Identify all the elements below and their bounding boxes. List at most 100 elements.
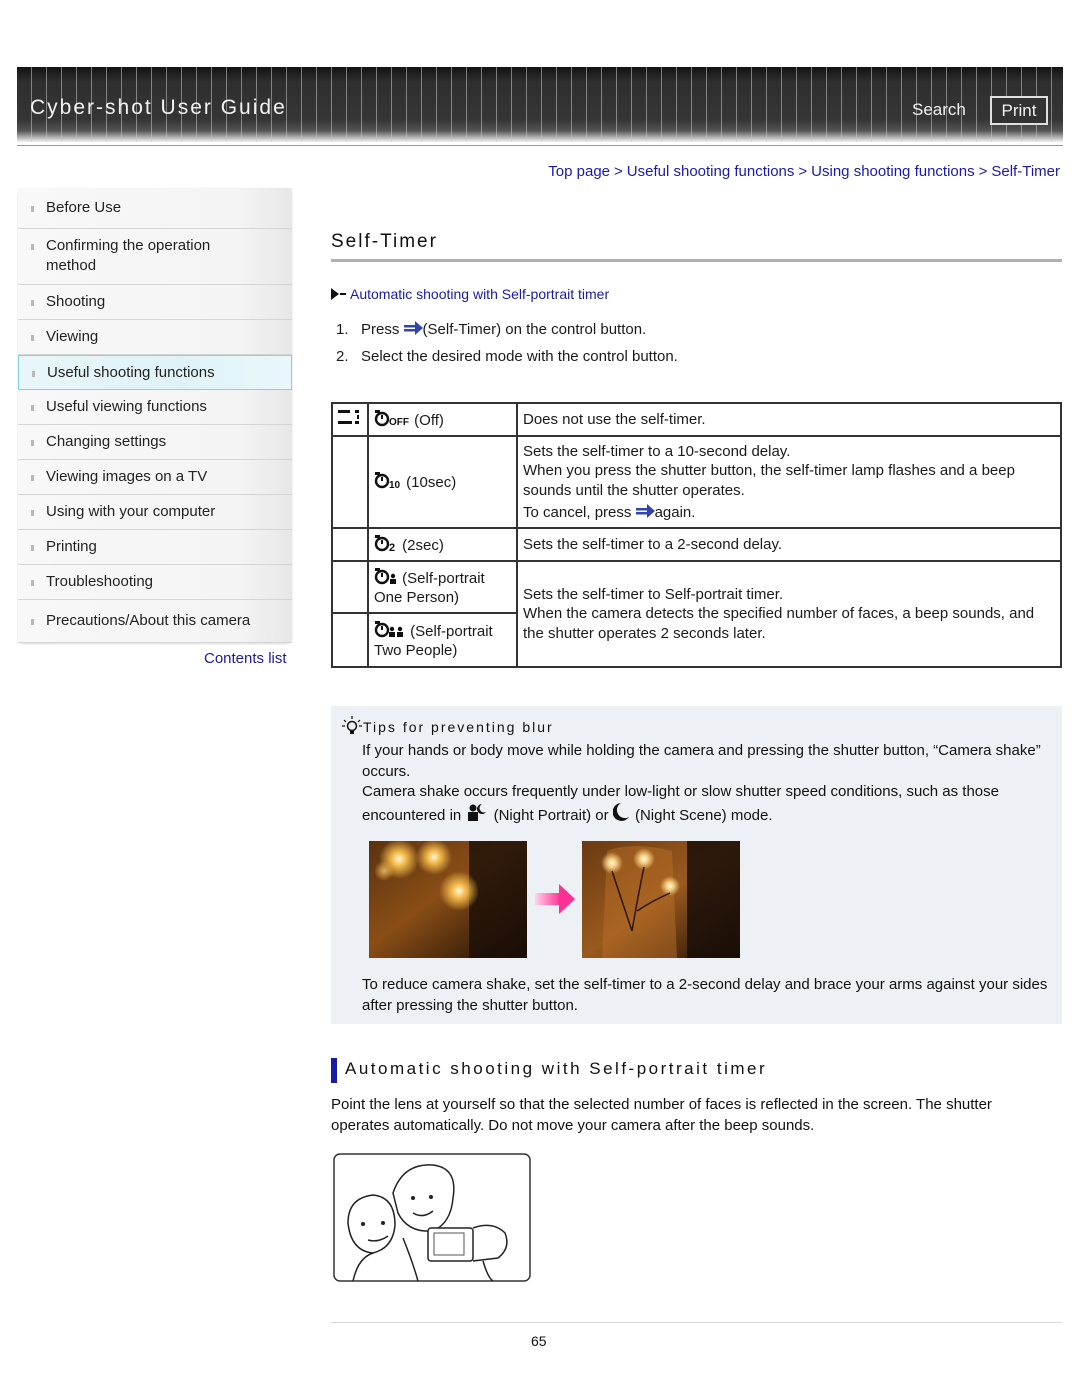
breadcrumb-useful-shooting[interactable]: Useful shooting functions — [627, 163, 795, 180]
self-timer-arrow-icon — [403, 321, 423, 335]
arrow-right-icon — [535, 884, 575, 914]
breadcrumb-self-timer[interactable]: Self-Timer — [991, 163, 1060, 180]
empty-cell — [331, 612, 369, 668]
bullet-icon — [31, 510, 34, 516]
mode-label-cell: 10 (10sec) — [367, 435, 518, 529]
anchor-link-label: Automatic shooting with Self-portrait ti… — [350, 286, 610, 302]
sidebar-item-label: Shooting — [46, 293, 106, 310]
sidebar-item-label: Changing settings — [46, 433, 167, 450]
night-scene-icon — [612, 803, 629, 821]
title-divider — [331, 259, 1062, 262]
step-number: 2. — [336, 348, 349, 365]
breadcrumb-separator: > — [798, 163, 808, 180]
lightbulb-icon — [342, 716, 362, 734]
tips-heading: Tips for preventing blur — [341, 716, 554, 736]
step-text: Select the desired mode with the control… — [361, 348, 678, 365]
timer-10sec-icon: 10 — [374, 472, 401, 489]
self-portrait-two-icon — [374, 620, 403, 637]
contents-list-link[interactable]: Contents list — [204, 650, 287, 667]
section-heading-bar — [331, 1058, 337, 1083]
mode-label-cell: (Self-portrait One Person) — [367, 560, 518, 614]
sidebar-item-viewing[interactable]: Viewing — [18, 320, 292, 355]
svg-text:2: 2 — [389, 542, 395, 552]
mode-desc-cell: Sets the self-timer to a 2-second delay. — [516, 527, 1062, 562]
section-paragraph: Point the lens at yourself so that the s… — [331, 1096, 992, 1134]
cancel-text: again. — [654, 504, 696, 521]
bullet-icon — [31, 475, 34, 481]
mode-desc: When you press the shutter button, the s… — [523, 462, 1015, 499]
step-number: 1. — [336, 321, 349, 338]
tips-text: (Night Scene) mode. — [634, 807, 773, 824]
bullet-icon — [31, 619, 34, 625]
cancel-line: To cancel, press again. — [523, 503, 1055, 523]
jump-arrow-tail — [340, 293, 346, 295]
step-2: 2. Select the desired mode with the contr… — [336, 348, 678, 365]
bullet-icon — [31, 545, 34, 551]
self-timer-modes-table: OFF (Off) Does not use the self-timer. 1… — [331, 402, 1062, 668]
page-title: Self-Timer — [331, 231, 438, 252]
footer-divider — [331, 1322, 1062, 1323]
header-divider — [17, 145, 1063, 146]
bullet-icon — [31, 300, 34, 306]
step-text: (Self-Timer) on the control button. — [422, 321, 647, 338]
self-portrait-one-icon — [374, 567, 396, 584]
sidebar-item-troubleshooting[interactable]: Troubleshooting — [18, 565, 292, 600]
mode-label: (10sec) — [406, 474, 457, 492]
sidebar-item-label: Printing — [46, 538, 97, 555]
sidebar-item-label: Precautions/About this camera — [46, 612, 251, 629]
table-row: OFF (Off) Does not use the self-timer. — [331, 402, 1062, 437]
bullet-icon — [31, 206, 34, 212]
sidebar-item-label: Useful viewing functions — [46, 398, 207, 415]
tips-box: Tips for preventing blur If your hands o… — [331, 706, 1062, 1024]
mode-desc: When the camera detects the specified nu… — [523, 605, 1035, 642]
empty-cell — [331, 435, 369, 529]
mode-indicator-cell — [331, 402, 369, 437]
tips-paragraph: Camera shake occurs frequently under low… — [362, 781, 1052, 826]
bullet-icon — [31, 244, 34, 250]
blurred-night-photo — [369, 841, 527, 958]
sidebar-item-changing-settings[interactable]: Changing settings — [18, 425, 292, 460]
sidebar-item-viewing-images-on-a-tv[interactable]: Viewing images on a TV — [18, 460, 292, 495]
tips-text: (Night Portrait) or — [493, 807, 609, 824]
table-row: 2 (2sec) Sets the self-timer to a 2-seco… — [331, 527, 1062, 562]
print-button[interactable]: Print — [990, 96, 1048, 125]
sidebar-nav: Before Use Confirming the operation metho… — [18, 188, 292, 643]
bullet-icon — [31, 405, 34, 411]
search-link[interactable]: Search — [912, 100, 966, 120]
mode-label-cell: OFF (Off) — [367, 402, 518, 437]
tips-heading-text: Tips for preventing blur — [363, 719, 554, 735]
timer-2sec-icon: 2 — [374, 534, 395, 552]
bullet-icon — [32, 371, 35, 377]
svg-text:OFF: OFF — [389, 417, 409, 427]
sidebar-item-before-use[interactable]: Before Use — [18, 188, 292, 229]
sidebar-item-useful-viewing-functions[interactable]: Useful viewing functions — [18, 390, 292, 425]
empty-cell — [331, 560, 369, 614]
tips-paragraph: If your hands or body move while holding… — [362, 742, 1041, 780]
self-portrait-desc-cell: Sets the self-timer to Self-portrait tim… — [516, 560, 1062, 668]
sidebar-item-using-with-your-computer[interactable]: Using with your computer — [18, 495, 292, 530]
sidebar-item-label: Confirming the operation method — [46, 237, 211, 274]
bullet-icon — [31, 580, 34, 586]
breadcrumb-using-shooting[interactable]: Using shooting functions — [811, 163, 974, 180]
mode-desc-cell: Does not use the self-timer. — [516, 402, 1062, 437]
table-row: 10 (10sec) Sets the self-timer to a 10-s… — [331, 435, 1062, 529]
sidebar-item-label: Viewing — [46, 328, 99, 345]
svg-text:10: 10 — [389, 480, 401, 489]
sidebar-item-precautions-about-this-camera[interactable]: Precautions/About this camera — [18, 600, 292, 643]
page-number: 65 — [531, 1333, 547, 1349]
sidebar-item-label: Useful shooting functions — [47, 364, 215, 381]
cancel-text: To cancel, press — [523, 504, 632, 521]
self-timer-arrow-icon — [635, 504, 655, 518]
sidebar-item-label: Before Use — [46, 199, 122, 216]
bullet-icon — [31, 335, 34, 341]
sidebar-item-shooting[interactable]: Shooting — [18, 285, 292, 320]
anchor-link-self-portrait[interactable]: Automatic shooting with Self-portrait ti… — [331, 286, 609, 302]
breadcrumb-separator: > — [614, 163, 623, 180]
sidebar-item-label: Using with your computer — [46, 503, 216, 520]
sidebar-item-useful-shooting-functions[interactable]: Useful shooting functions — [18, 355, 292, 390]
sidebar-item-printing[interactable]: Printing — [18, 530, 292, 565]
breadcrumb-top-page[interactable]: Top page — [548, 163, 610, 180]
tips-paragraph: To reduce camera shake, set the self-tim… — [362, 976, 1048, 1014]
self-timer-indicator-icon — [338, 409, 359, 424]
sidebar-item-confirming-the-operation-method[interactable]: Confirming the operation method — [18, 229, 292, 285]
